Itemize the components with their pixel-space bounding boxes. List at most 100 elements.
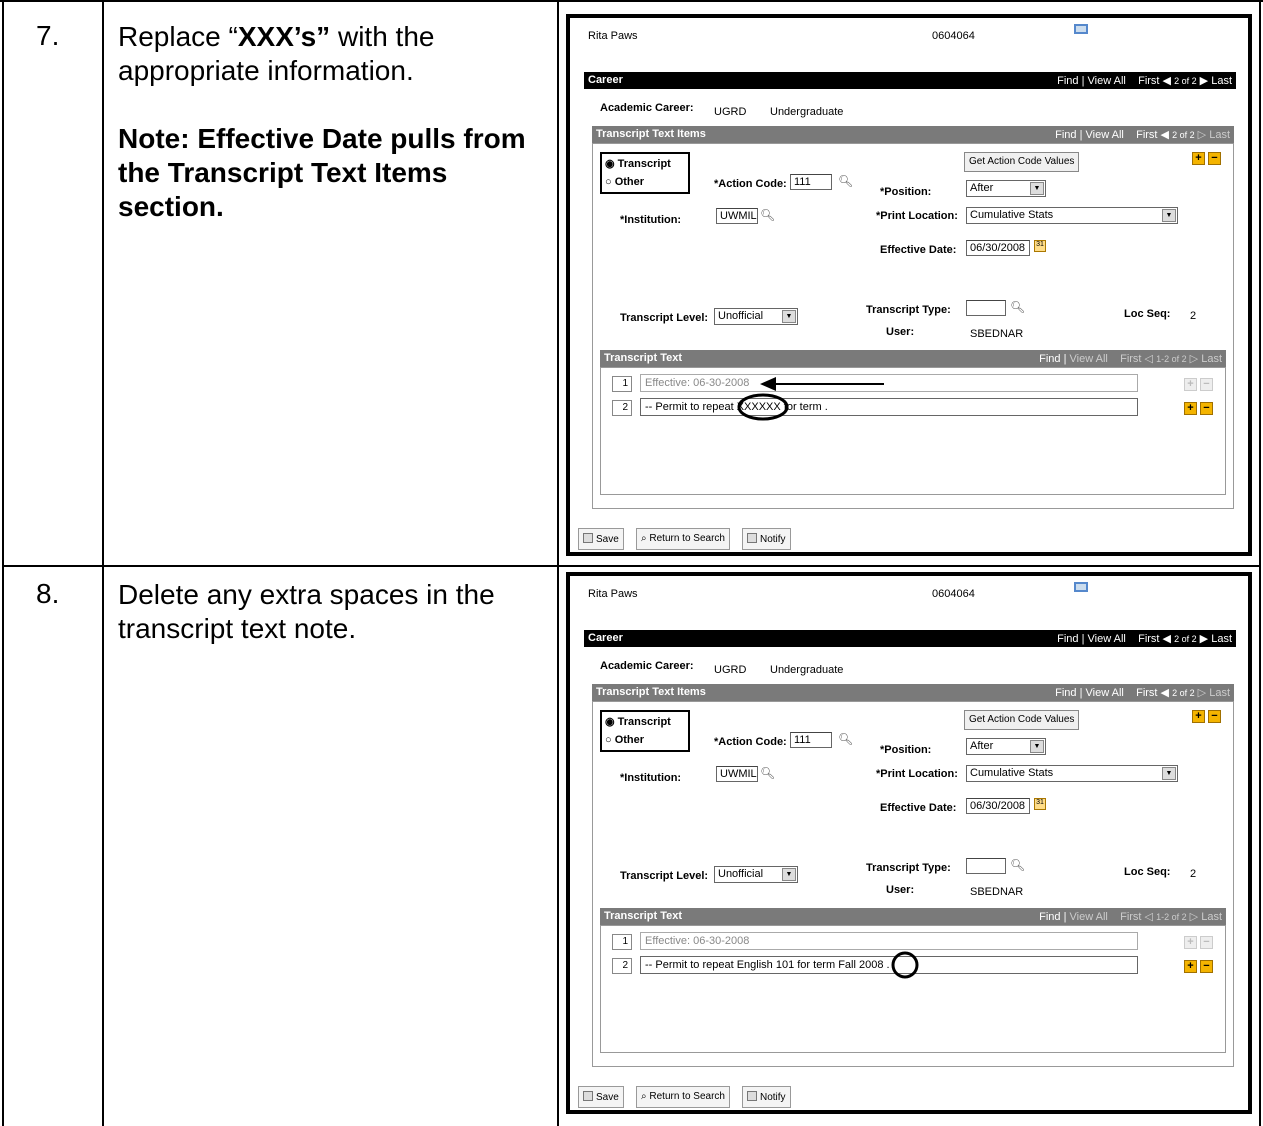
- career-viewall-link[interactable]: View All: [1088, 633, 1126, 645]
- prev-arrow-icon[interactable]: ◀: [1161, 687, 1169, 699]
- career-viewall-link[interactable]: View All: [1088, 75, 1126, 87]
- lookup-icon[interactable]: 🔍︎: [760, 208, 775, 222]
- transcript-level-select[interactable]: Unofficial ▼: [714, 308, 798, 325]
- prev-arrow-icon[interactable]: ◀: [1163, 75, 1171, 87]
- print-location-select[interactable]: Cumulative Stats ▼: [966, 207, 1178, 224]
- items-nav: Find | View All First ◀ 2 of 2 ▷ Last: [1055, 687, 1230, 699]
- delete-row-icon[interactable]: −: [1208, 710, 1221, 723]
- notify-button[interactable]: Notify: [742, 528, 791, 550]
- calendar-icon[interactable]: 31: [1034, 798, 1046, 810]
- items-first-link[interactable]: First: [1136, 687, 1157, 699]
- return-label: Return to Search: [649, 533, 725, 544]
- items-find-link[interactable]: Find: [1055, 129, 1076, 141]
- notify-button[interactable]: Notify: [742, 1086, 791, 1108]
- add-row-icon[interactable]: +: [1184, 960, 1197, 973]
- delete-row-icon[interactable]: −: [1208, 152, 1221, 165]
- effective-date-input[interactable]: 06/30/2008: [966, 240, 1030, 256]
- text-find-link[interactable]: Find: [1039, 911, 1060, 923]
- career-nav: Find | View All First ◀ 2 of 2 ▶ Last: [1057, 75, 1232, 87]
- items-first-link[interactable]: First: [1136, 129, 1157, 141]
- lookup-icon[interactable]: 🔍︎: [838, 174, 853, 188]
- loc-seq-label: Loc Seq:: [1124, 308, 1171, 320]
- transcript-type-input[interactable]: [966, 858, 1006, 874]
- text-first-link: First: [1120, 353, 1142, 365]
- delete-row-icon[interactable]: −: [1200, 960, 1213, 973]
- career-bar-title: Career: [588, 74, 623, 86]
- dropdown-arrow-icon: ▼: [1030, 740, 1044, 753]
- radio-transcript[interactable]: ◉ Transcript: [605, 157, 671, 170]
- dropdown-arrow-icon: ▼: [1162, 209, 1176, 222]
- next-arrow-icon: ▷: [1189, 911, 1199, 923]
- radio-other[interactable]: ○ Other: [605, 176, 644, 188]
- callout-arrow: [760, 377, 884, 391]
- items-viewall-link[interactable]: View All: [1086, 129, 1124, 141]
- user-value: SBEDNAR: [970, 886, 1024, 898]
- items-viewall-link[interactable]: View All: [1086, 687, 1124, 699]
- step-7-number: 7.: [36, 20, 60, 51]
- action-code-input[interactable]: 111: [790, 174, 832, 190]
- radio-other[interactable]: ○ Other: [605, 734, 644, 746]
- effective-date-input[interactable]: 06/30/2008: [966, 798, 1030, 814]
- items-bar: Transcript Text Items Find | View All Fi…: [592, 126, 1234, 143]
- career-find-link[interactable]: Find: [1057, 75, 1078, 87]
- highlight-circle: [737, 393, 789, 421]
- transcript-level-select[interactable]: Unofficial ▼: [714, 866, 798, 883]
- position-select[interactable]: After ▼: [966, 180, 1046, 197]
- save-button[interactable]: Save: [578, 528, 624, 550]
- position-select[interactable]: After ▼: [966, 738, 1046, 755]
- next-arrow-icon[interactable]: ▶: [1200, 633, 1208, 645]
- career-last-link[interactable]: Last: [1211, 75, 1232, 87]
- lookup-icon[interactable]: 🔍︎: [838, 732, 853, 746]
- transcript-text-row-2[interactable]: -- Permit to repeat XXXXXX for term .: [640, 398, 1138, 416]
- step-7-text-a: Replace “: [118, 21, 238, 52]
- radio-transcript[interactable]: ◉ Transcript: [605, 715, 671, 728]
- items-last-link: Last: [1209, 129, 1230, 141]
- search-icon: ⌕: [641, 533, 647, 544]
- prev-arrow-icon[interactable]: ◀: [1161, 129, 1169, 141]
- transcript-level-value: Unofficial: [718, 868, 764, 880]
- table-row-divider: [2, 565, 1261, 567]
- text-nav: Find | View All First ◁ 1-2 of 2 ▷ Last: [1039, 911, 1222, 923]
- career-bar: Career Find | View All First ◀ 2 of 2 ▶ …: [584, 72, 1236, 89]
- transcript-type-input[interactable]: [966, 300, 1006, 316]
- career-nav: Find | View All First ◀ 2 of 2 ▶ Last: [1057, 633, 1232, 645]
- monitor-icon: [1074, 24, 1088, 34]
- search-icon: ⌕: [641, 1091, 647, 1102]
- transcript-text-row-1[interactable]: Effective: 06-30-2008: [640, 932, 1138, 950]
- career-find-link[interactable]: Find: [1057, 633, 1078, 645]
- return-to-search-button[interactable]: ⌕ Return to Search: [636, 1086, 730, 1108]
- institution-input[interactable]: UWMIL: [716, 766, 758, 782]
- next-arrow-icon[interactable]: ▶: [1200, 75, 1208, 87]
- items-find-link[interactable]: Find: [1055, 687, 1076, 699]
- step-8-text: Delete any extra spaces in the transcrip…: [118, 579, 495, 644]
- effective-date-label: Effective Date:: [880, 244, 957, 256]
- save-icon: [583, 533, 593, 543]
- print-location-select[interactable]: Cumulative Stats ▼: [966, 765, 1178, 782]
- action-code-input[interactable]: 111: [790, 732, 832, 748]
- save-button[interactable]: Save: [578, 1086, 624, 1108]
- career-bar: Career Find | View All First ◀ 2 of 2 ▶ …: [584, 630, 1236, 647]
- delete-row-icon[interactable]: −: [1200, 402, 1213, 415]
- career-last-link[interactable]: Last: [1211, 633, 1232, 645]
- add-row-icon[interactable]: +: [1192, 710, 1205, 723]
- lookup-icon[interactable]: 🔍︎: [760, 766, 775, 780]
- get-action-code-button[interactable]: Get Action Code Values: [964, 152, 1080, 172]
- calendar-icon[interactable]: 31: [1034, 240, 1046, 252]
- academic-career-code: UGRD: [714, 106, 747, 118]
- prev-arrow-icon[interactable]: ◀: [1163, 633, 1171, 645]
- career-first-link[interactable]: First: [1138, 633, 1159, 645]
- institution-input[interactable]: UWMIL: [716, 208, 758, 224]
- return-label: Return to Search: [649, 1091, 725, 1102]
- add-row-icon[interactable]: +: [1192, 152, 1205, 165]
- add-row-icon[interactable]: +: [1184, 402, 1197, 415]
- user-label: User:: [886, 884, 915, 896]
- text-find-link[interactable]: Find: [1039, 353, 1060, 365]
- save-label: Save: [596, 534, 619, 545]
- return-to-search-button[interactable]: ⌕ Return to Search: [636, 528, 730, 550]
- dropdown-arrow-icon: ▼: [782, 868, 796, 881]
- lookup-icon[interactable]: 🔍︎: [1010, 858, 1025, 872]
- lookup-icon[interactable]: 🔍︎: [1010, 300, 1025, 314]
- get-action-code-button[interactable]: Get Action Code Values: [964, 710, 1080, 730]
- career-first-link[interactable]: First: [1138, 75, 1159, 87]
- loc-seq-value: 2: [1190, 868, 1197, 880]
